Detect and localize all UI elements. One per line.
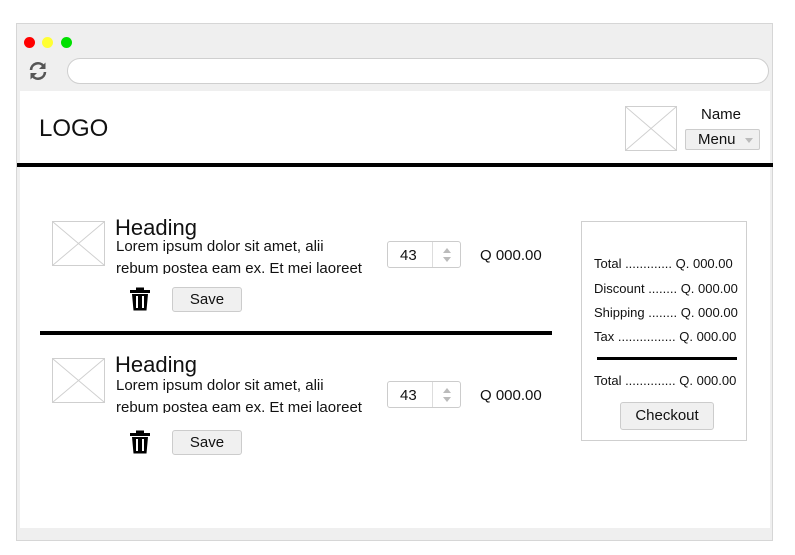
maximize-window-button[interactable] bbox=[61, 37, 72, 48]
address-bar[interactable] bbox=[67, 58, 769, 84]
chevron-down-icon bbox=[745, 138, 753, 143]
reload-icon[interactable] bbox=[27, 60, 49, 82]
chevron-down-icon[interactable] bbox=[443, 397, 451, 402]
summary-divider bbox=[597, 357, 737, 360]
trash-icon[interactable] bbox=[129, 287, 151, 311]
image-placeholder-icon bbox=[52, 358, 105, 403]
browser-window: LOGO Name Menu Heading Lorem ipsum dolor… bbox=[16, 23, 773, 541]
chevron-up-icon[interactable] bbox=[443, 248, 451, 253]
item-description: Lorem ipsum dolor sit amet, alii rebum p… bbox=[116, 238, 362, 274]
image-placeholder-icon bbox=[52, 221, 105, 266]
item-price: Q 000.00 bbox=[480, 387, 542, 404]
page-content: LOGO Name Menu Heading Lorem ipsum dolor… bbox=[17, 91, 773, 528]
quantity-value: 43 bbox=[400, 387, 417, 404]
header-divider bbox=[17, 163, 773, 167]
quantity-spinner[interactable] bbox=[432, 382, 460, 407]
save-button[interactable]: Save bbox=[172, 287, 242, 312]
item-divider bbox=[40, 331, 552, 335]
summary-discount: Discount ........ Q. 000.00 bbox=[594, 281, 738, 296]
order-summary: Total ............. Q. 000.00 Discount .… bbox=[581, 221, 747, 441]
chevron-up-icon[interactable] bbox=[443, 388, 451, 393]
menu-label: Menu bbox=[698, 131, 736, 148]
summary-shipping: Shipping ........ Q. 000.00 bbox=[594, 305, 738, 320]
quantity-stepper[interactable]: 43 bbox=[387, 241, 461, 268]
quantity-spinner[interactable] bbox=[432, 242, 460, 267]
menu-dropdown[interactable]: Menu bbox=[685, 129, 760, 150]
quantity-stepper[interactable]: 43 bbox=[387, 381, 461, 408]
item-price: Q 000.00 bbox=[480, 247, 542, 264]
close-window-button[interactable] bbox=[24, 37, 35, 48]
checkout-button[interactable]: Checkout bbox=[620, 402, 714, 430]
window-bottom-bar bbox=[17, 528, 772, 540]
avatar-image-placeholder-icon bbox=[625, 106, 677, 151]
summary-tax: Tax ................ Q. 000.00 bbox=[594, 329, 737, 344]
logo: LOGO bbox=[39, 115, 109, 142]
quantity-value: 43 bbox=[400, 247, 417, 264]
summary-grand-total: Total .............. Q. 000.00 bbox=[594, 373, 737, 388]
item-description: Lorem ipsum dolor sit amet, alii rebum p… bbox=[116, 377, 362, 413]
save-button[interactable]: Save bbox=[172, 430, 242, 455]
minimize-window-button[interactable] bbox=[42, 37, 53, 48]
summary-total: Total ............. Q. 000.00 bbox=[594, 256, 733, 271]
chevron-down-icon[interactable] bbox=[443, 257, 451, 262]
trash-icon[interactable] bbox=[129, 430, 151, 454]
user-name: Name bbox=[701, 106, 742, 123]
